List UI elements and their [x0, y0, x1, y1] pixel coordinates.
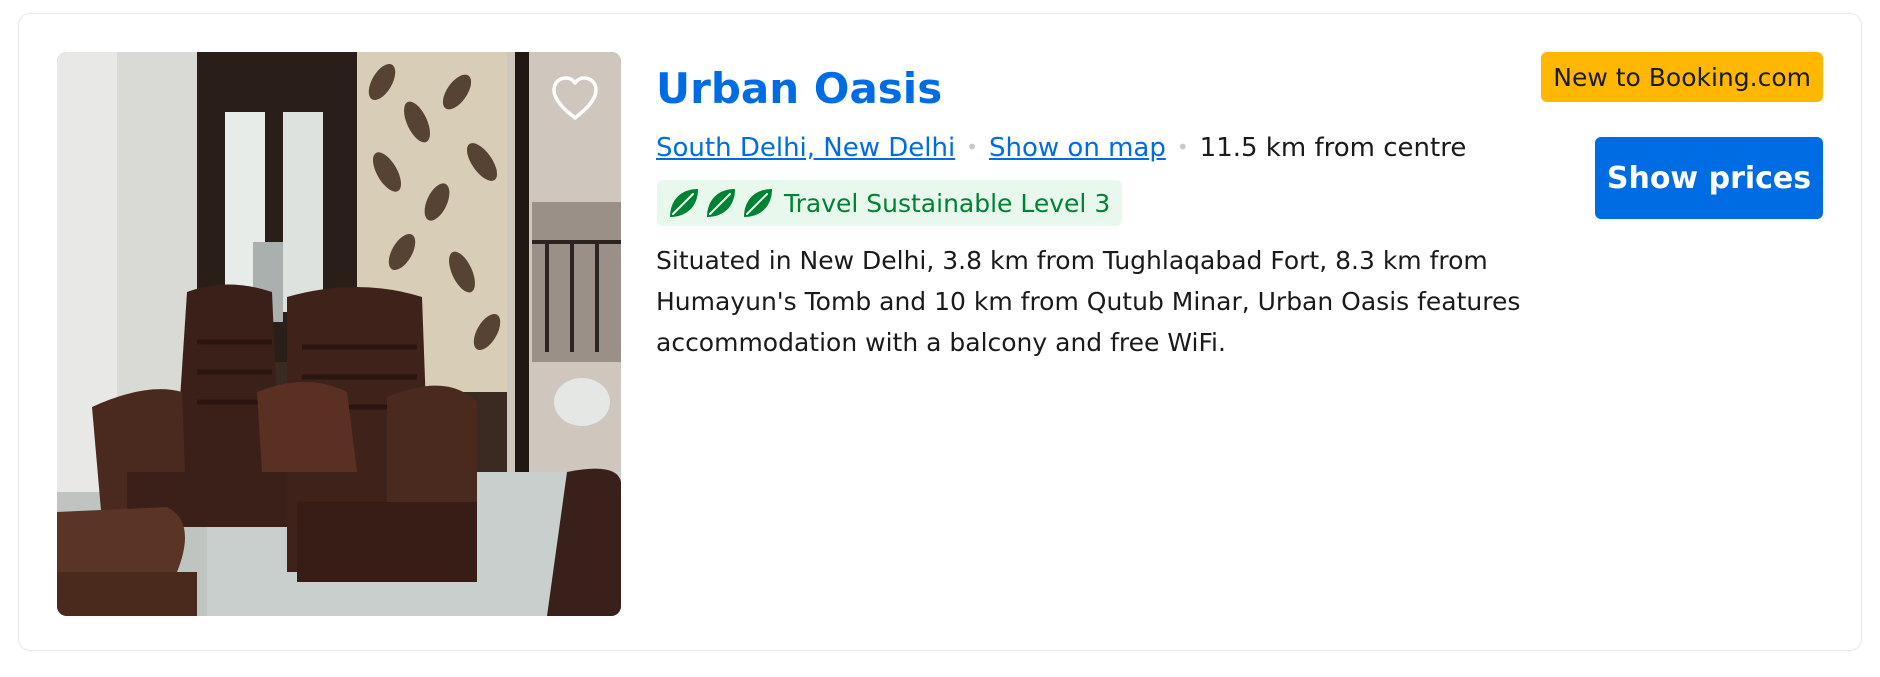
sustainability-label: Travel Sustainable Level 3 — [784, 188, 1111, 218]
property-card: Urban Oasis South Delhi, New Delhi • Show … — [18, 13, 1862, 651]
new-to-booking-badge: New to Booking.com — [1541, 52, 1823, 102]
room-photo-image — [57, 52, 621, 616]
property-title[interactable]: Urban Oasis — [656, 64, 942, 114]
property-description: Situated in New Delhi, 3.8 km from Tughl… — [656, 246, 1521, 357]
show-prices-button[interactable]: Show prices — [1595, 137, 1823, 219]
location-link[interactable]: South Delhi, New Delhi — [656, 133, 955, 163]
leaf-icon — [670, 189, 698, 217]
favorite-heart-icon[interactable] — [546, 69, 604, 127]
sustainability-badge[interactable]: Travel Sustainable Level 3 — [657, 180, 1123, 226]
location-line: South Delhi, New Delhi • Show on map • 11.5 … — [656, 132, 1466, 166]
property-photo[interactable] — [57, 52, 621, 616]
separator-dot: • — [1176, 135, 1189, 159]
separator-dot: • — [966, 135, 979, 159]
leaf-icon — [707, 189, 735, 217]
leaf-icon — [744, 189, 772, 217]
distance-from-centre: 11.5 km from centre — [1199, 133, 1467, 163]
sustainability-leaves — [667, 186, 775, 220]
show-on-map-link[interactable]: Show on map — [989, 133, 1166, 163]
